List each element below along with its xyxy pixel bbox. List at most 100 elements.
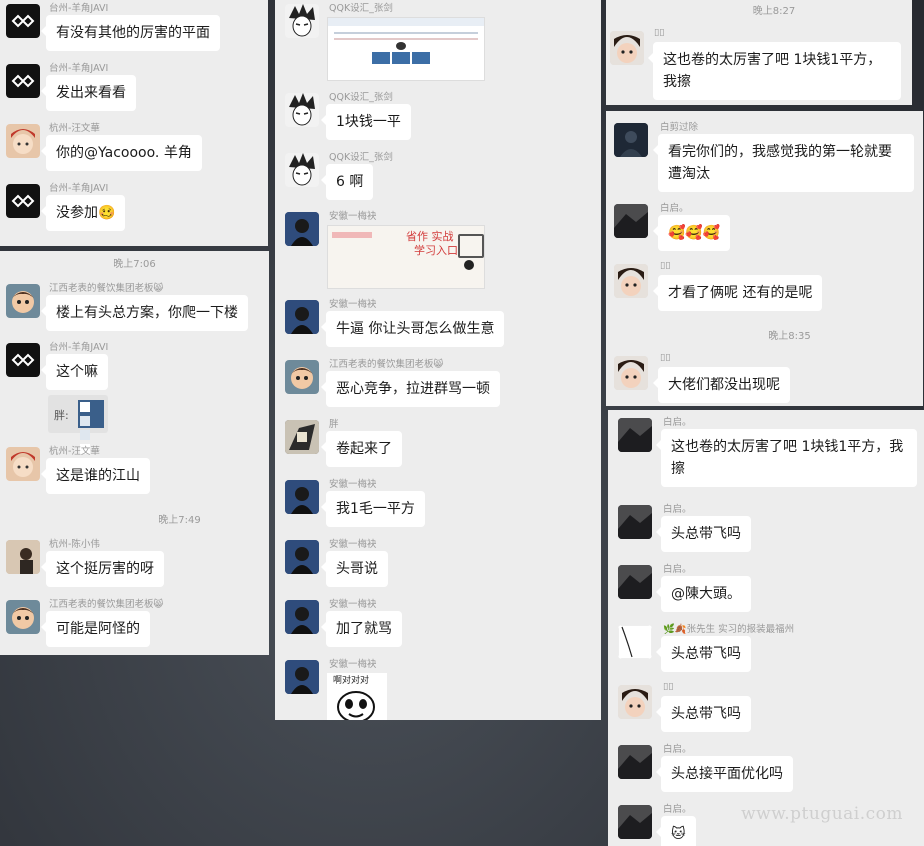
avatar[interactable]: [610, 31, 644, 65]
reply-thumbnail: [78, 400, 104, 454]
sender-name: 台州-羊角JAVI: [49, 63, 109, 74]
message-bubble[interactable]: 头总带飞吗: [656, 696, 751, 732]
avatar[interactable]: [6, 600, 40, 634]
chat-panel-5: 白剪过除 看完你们的，我感觉我的第一轮就要遭淘汰 白启。 🥰🥰🥰 ▯▯ 才看了俩…: [606, 111, 923, 406]
avatar[interactable]: [6, 540, 40, 574]
reply-prefix: 胖:: [54, 409, 69, 422]
avatar[interactable]: [618, 685, 652, 719]
sender-name: 白启。: [660, 203, 689, 214]
message-bubble[interactable]: 加了就骂: [321, 611, 402, 647]
sender-name: 白启。: [663, 417, 692, 428]
sender-name: 安徽一梅袂: [329, 599, 377, 610]
message-bubble[interactable]: 头哥说: [321, 551, 388, 587]
message-bubble[interactable]: 大佬们都没出现呢: [653, 367, 790, 403]
message-bubble[interactable]: 1块钱一平: [321, 104, 411, 140]
message-bubble[interactable]: 🐱: [656, 816, 696, 846]
sender-name: 台州-羊角JAVI: [49, 342, 109, 353]
avatar[interactable]: [614, 123, 648, 157]
message-text: 没参加: [56, 205, 98, 221]
message-bubble[interactable]: 你的@Yacoooo. 羊角: [41, 135, 202, 171]
message-bubble[interactable]: 发出来看看: [41, 75, 136, 111]
message-bubble[interactable]: 这也卷的太厉害了吧 1块钱1平方，我擦: [648, 42, 901, 100]
avatar[interactable]: [614, 264, 648, 298]
avatar[interactable]: [6, 64, 40, 98]
message-bubble[interactable]: 6 啊: [320, 164, 374, 200]
avatar[interactable]: [285, 4, 319, 38]
sender-name: 白启。: [663, 804, 692, 815]
timestamp: 晚上8:35: [768, 331, 811, 342]
chat-panel-6: 白启。 这也卷的太厉害了吧 1块钱1平方，我擦 白启。 头总带飞吗 白启。 @陳…: [608, 410, 924, 846]
message-bubble[interactable]: 这是谁的江山: [41, 458, 150, 494]
sender-name: 白启。: [663, 744, 692, 755]
avatar[interactable]: [618, 418, 652, 452]
message-bubble[interactable]: 这也卷的太厉害了吧 1块钱1平方，我擦: [656, 429, 917, 487]
message-bubble[interactable]: 头总接平面优化吗: [656, 756, 793, 792]
message-bubble[interactable]: @陳大頭。: [656, 576, 751, 612]
avatar[interactable]: [285, 300, 319, 334]
banner-image-message[interactable]: 省作 实战 学习入口: [327, 225, 485, 289]
avatar[interactable]: [285, 540, 319, 574]
sender-name: ▯▯: [660, 352, 671, 363]
sender-name: 安徽一梅袂: [329, 539, 377, 550]
avatar[interactable]: [618, 625, 652, 659]
avatar[interactable]: [6, 4, 40, 38]
avatar[interactable]: [285, 600, 319, 634]
message-bubble[interactable]: 楼上有头总方案，你爬一下楼: [41, 295, 248, 331]
banner-text-2: 学习入口: [414, 244, 458, 257]
sender-name: 安徽一梅袂: [329, 659, 377, 670]
message-bubble[interactable]: 看完你们的，我感觉我的第一轮就要遭淘汰: [653, 134, 914, 192]
avatar[interactable]: [285, 93, 319, 127]
message-bubble[interactable]: 有没有其他的厉害的平面: [41, 15, 220, 51]
sender-name: 胖: [329, 419, 339, 430]
avatar[interactable]: [285, 153, 319, 187]
avatar[interactable]: [285, 660, 319, 694]
avatar[interactable]: [6, 447, 40, 481]
avatar[interactable]: [6, 124, 40, 158]
sender-name: 杭州-陈小伟: [49, 539, 100, 550]
message-bubble[interactable]: 恶心竞争，拉进群骂一顿: [321, 371, 500, 407]
avatar[interactable]: [618, 565, 652, 599]
message-bubble[interactable]: 卷起来了: [321, 431, 402, 467]
message-bubble[interactable]: 我1毛一平方: [321, 491, 425, 527]
avatar[interactable]: [618, 745, 652, 779]
image-message[interactable]: [327, 17, 485, 81]
watermark-text: www.ptuguai.com: [741, 804, 903, 824]
message-bubble[interactable]: 这个嘛: [41, 354, 108, 390]
sender-name: ▯▯: [654, 27, 665, 38]
message-bubble[interactable]: 头总带飞吗: [656, 516, 751, 552]
sender-name: 安徽一梅袂: [329, 299, 377, 310]
message-bubble[interactable]: 头总带飞吗: [656, 636, 751, 672]
sticker-message[interactable]: 啊对对对: [327, 673, 387, 720]
sender-name: 安徽一梅袂: [329, 479, 377, 490]
sender-name: 白剪过除: [660, 122, 699, 133]
chat-panel-1: 台州-羊角JAVI 有没有其他的厉害的平面 台州-羊角JAVI 发出来看看 杭州…: [0, 0, 268, 246]
avatar[interactable]: [618, 805, 652, 839]
sender-name: ▯▯: [660, 260, 671, 271]
message-bubble[interactable]: 🥰🥰🥰: [652, 215, 731, 251]
avatar[interactable]: [6, 284, 40, 318]
message-bubble[interactable]: 没参加🥴: [40, 195, 126, 231]
message-bubble[interactable]: 可能是阿怪的: [41, 611, 150, 647]
sender-name: QQK设汇_张剑: [329, 92, 393, 103]
timestamp: 晚上8:27: [752, 6, 796, 17]
avatar[interactable]: [285, 212, 319, 246]
sender-name: 白启。: [663, 504, 692, 515]
avatar[interactable]: [6, 184, 40, 218]
sender-name: QQK设汇_张剑: [329, 152, 393, 163]
message-bubble[interactable]: 这个挺厉害的呀: [41, 551, 164, 587]
avatar[interactable]: [614, 356, 648, 390]
timestamp: 晚上7:49: [158, 515, 201, 526]
avatar[interactable]: [618, 505, 652, 539]
panda-sticker-icon: [337, 691, 375, 720]
sender-name: QQK设汇_张剑: [329, 3, 393, 14]
message-bubble[interactable]: 牛逼 你让头哥怎么做生意: [320, 311, 505, 347]
avatar[interactable]: [285, 420, 319, 454]
sender-name: 🌿🍂张先生 实习的报装最福州: [663, 624, 795, 635]
avatar[interactable]: [6, 343, 40, 377]
message-bubble[interactable]: 才看了俩呢 还有的是呢: [652, 275, 823, 311]
quoted-reply[interactable]: 胖:: [48, 395, 108, 454]
avatar[interactable]: [285, 480, 319, 514]
avatar[interactable]: [285, 360, 319, 394]
avatar[interactable]: [614, 204, 648, 238]
sender-name: 江西老表的餐饮集团老板😸: [49, 283, 164, 294]
